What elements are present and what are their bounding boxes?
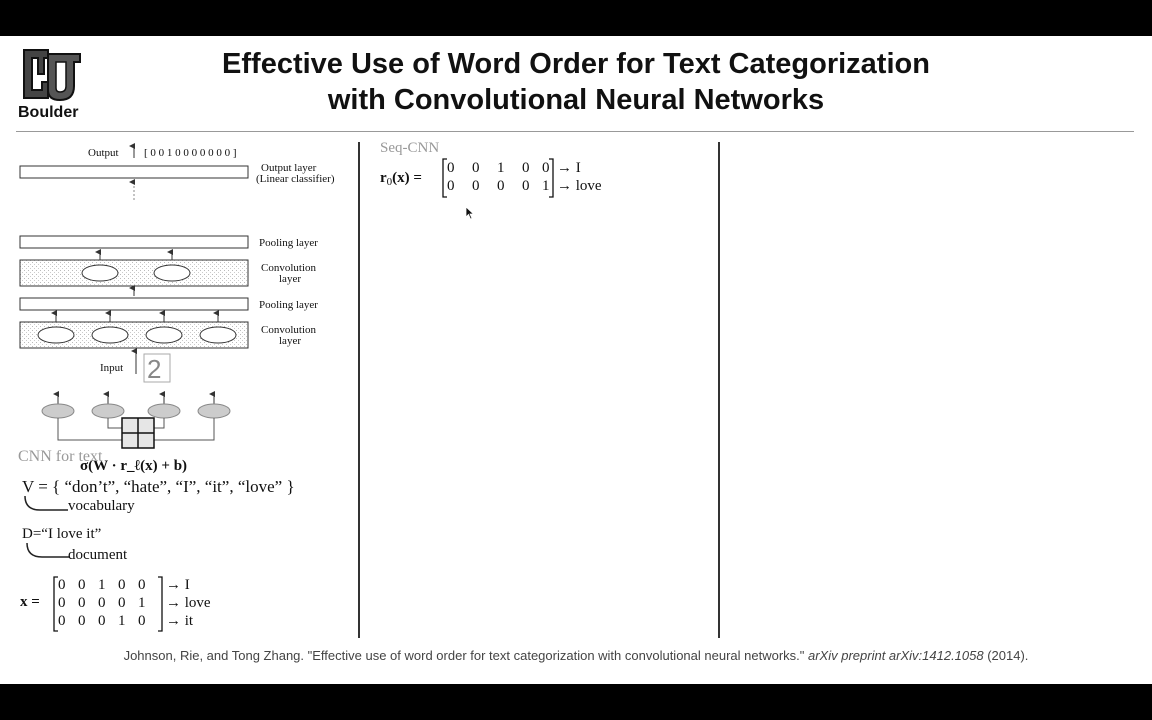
x-row-word: → I xyxy=(166,577,190,593)
citation-authors: Johnson, Rie, and Tong Zhang. "Effective… xyxy=(123,648,808,663)
convolution-layer-top-box xyxy=(19,259,249,287)
x-cell: 0 xyxy=(138,613,146,629)
seq-matrix: 0 0 1 0 0 → I 0 0 0 0 1 → love xyxy=(447,159,602,195)
slide-title: Effective Use of Word Order for Text Cat… xyxy=(150,46,1002,118)
input-digit: 2 xyxy=(147,354,161,384)
x-matrix-row-2: 0 0 0 0 1 → love xyxy=(58,594,211,612)
seq-cell: 0 xyxy=(522,160,530,176)
title-line-1: Effective Use of Word Order for Text Cat… xyxy=(222,48,930,80)
seq-row-word: → I xyxy=(557,160,581,176)
citation-venue: arXiv preprint arXiv:1412.1058 xyxy=(808,648,984,663)
x-cell: 0 xyxy=(78,613,86,629)
x-cell: 1 xyxy=(98,577,106,593)
x-matrix: 0 0 1 0 0 → I 0 0 0 0 1 → love 0 0 0 1 0 → it xyxy=(58,576,211,630)
mouse-cursor-icon xyxy=(465,206,475,220)
x-cell: 0 xyxy=(118,595,126,611)
column-divider-1 xyxy=(358,142,360,638)
pooling-layer-top-box xyxy=(19,235,249,249)
seq-cnn-heading: Seq-CNN xyxy=(380,140,440,156)
document-label: document xyxy=(68,547,128,563)
output-label: Output xyxy=(88,147,119,159)
cnn-architecture-diagram: Output [ 0 0 1 0 0 0 0 0 0 0 ] Output la… xyxy=(19,143,335,474)
x-row-word: → love xyxy=(166,595,211,611)
output-vector: [ 0 0 1 0 0 0 0 0 0 0 ] xyxy=(144,147,237,159)
conv-bottom-node-4 xyxy=(199,326,237,344)
vocabulary-label: vocabulary xyxy=(68,498,135,514)
x-cell: 0 xyxy=(98,595,106,611)
x-cell: 0 xyxy=(58,595,66,611)
zoom-node-3 xyxy=(147,403,181,419)
x-cell: 0 xyxy=(138,577,146,593)
slide: Boulder Effective Use of Word Order for … xyxy=(0,36,1152,684)
seq-cell: 0 xyxy=(497,178,505,194)
seq-cell: 0 xyxy=(472,178,480,194)
x-cell: 1 xyxy=(118,613,126,629)
x-cell: 1 xyxy=(138,595,146,611)
title-divider xyxy=(16,131,1134,132)
zoom-node-1 xyxy=(41,403,75,419)
conv-bottom-node-3 xyxy=(145,326,183,344)
citation-year: (2014). xyxy=(983,648,1029,663)
seq-cell: 0 xyxy=(542,160,550,176)
output-layer-sublabel: (Linear classifier) xyxy=(256,173,335,185)
document-brace-icon xyxy=(26,542,70,558)
conv-top-node-2 xyxy=(153,264,191,282)
seq-matrix-row-2: 0 0 0 0 1 → love xyxy=(447,177,602,195)
conv-bottom-node-2 xyxy=(91,326,129,344)
zoom-node-2 xyxy=(91,403,125,419)
input-label: Input xyxy=(100,362,123,374)
convolution-layer-top-sublabel: layer xyxy=(279,273,301,285)
seq-cell: 0 xyxy=(472,160,480,176)
pooling-layer-bottom-label: Pooling layer xyxy=(259,299,318,311)
cnn-for-text-heading: CNN for text xyxy=(18,448,103,465)
x-cell: 0 xyxy=(58,613,66,629)
x-cell: 0 xyxy=(98,613,106,629)
citation: Johnson, Rie, and Tong Zhang. "Effective… xyxy=(0,648,1152,663)
seq-cnn-lhs-r: r xyxy=(380,170,387,186)
x-cell: 0 xyxy=(118,577,126,593)
pooling-layer-top-label: Pooling layer xyxy=(259,237,318,249)
seq-row-word: → love xyxy=(557,178,602,194)
seq-cell: 1 xyxy=(497,160,505,176)
seq-cell: 0 xyxy=(447,178,455,194)
seq-cell: 0 xyxy=(447,160,455,176)
logo-text: Boulder xyxy=(18,104,79,121)
vocabulary-brace-icon xyxy=(24,495,68,511)
pooling-layer-bottom-box xyxy=(19,297,249,311)
seq-cnn-lhs-rest: (x) = xyxy=(392,170,422,186)
convolution-layer-bottom-sublabel: layer xyxy=(279,335,301,347)
x-matrix-lhs: x = xyxy=(20,594,40,610)
column-divider-2 xyxy=(718,142,720,638)
title-line-2: with Convolutional Neural Networks xyxy=(327,84,825,116)
x-matrix-row-3: 0 0 0 1 0 → it xyxy=(58,612,211,630)
conv-bottom-node-1 xyxy=(37,326,75,344)
seq-matrix-row-1: 0 0 1 0 0 → I xyxy=(447,159,602,177)
x-matrix-row-1: 0 0 1 0 0 → I xyxy=(58,576,211,594)
seq-cell: 0 xyxy=(522,178,530,194)
x-cell: 0 xyxy=(58,577,66,593)
conv-top-node-1 xyxy=(81,264,119,282)
x-row-word: → it xyxy=(166,613,194,629)
zoom-node-4 xyxy=(197,403,231,419)
x-cell: 0 xyxy=(78,595,86,611)
seq-cell: 1 xyxy=(542,178,550,194)
output-layer-box xyxy=(19,165,249,179)
x-cell: 0 xyxy=(78,577,86,593)
seq-cnn-lhs: r0(x) = xyxy=(380,170,422,188)
